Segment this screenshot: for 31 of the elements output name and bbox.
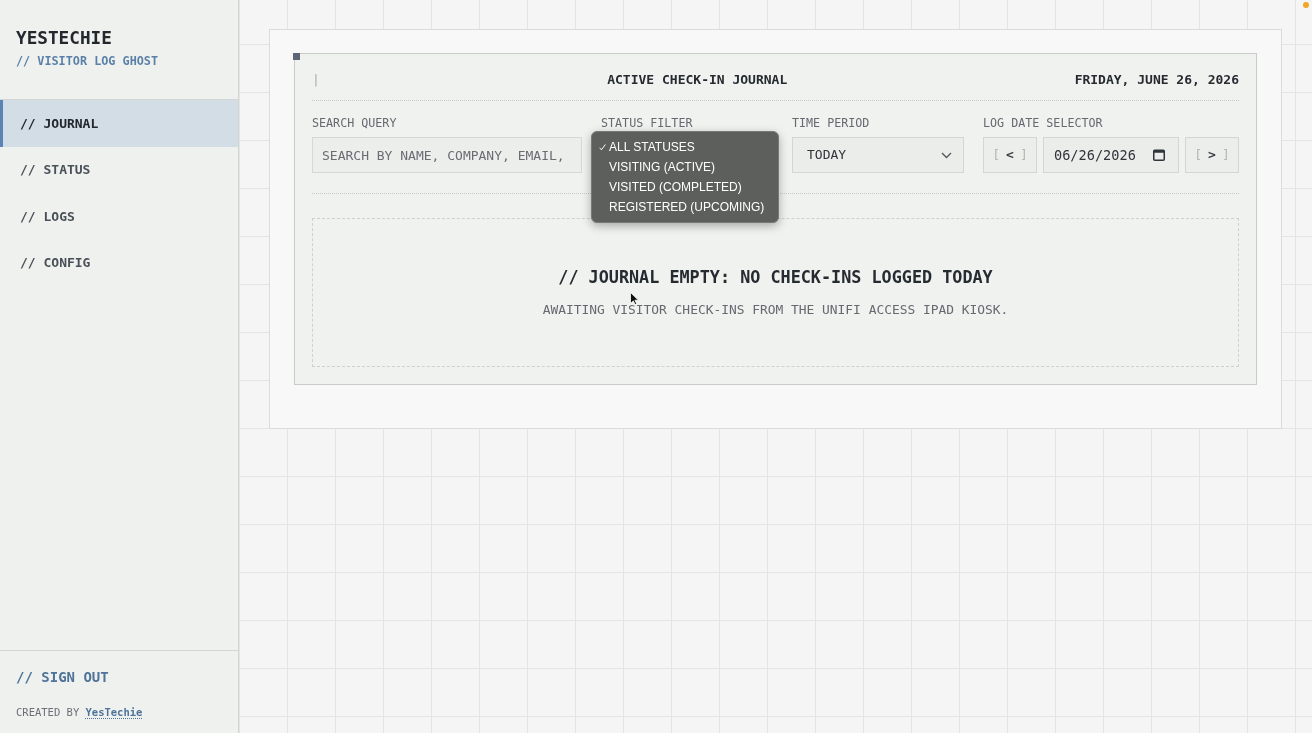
filter-label: LOG DATE SELECTOR [983,116,1104,130]
status-option[interactable]: REGISTERED (UPCOMING) [592,197,778,217]
empty-state-title: // JOURNAL EMPTY: NO CHECK-INS LOGGED TODAY [558,267,993,287]
previous-day-button[interactable]: [ < ] [983,137,1037,173]
author-link[interactable]: YesTechie [85,705,143,719]
vertical-bar-text: | [312,72,320,88]
next-day-button[interactable]: [ > ] [1185,137,1239,173]
filter-label: SEARCH QUERY [312,116,398,130]
nav-item[interactable]: // STATUS [0,146,238,194]
nav-item[interactable]: // CONFIG [0,239,238,287]
brand-tagline: // VISITOR LOG GHOST [16,54,159,68]
status-option[interactable]: ALL STATUSES [592,137,778,157]
current-date: FRIDAY, JUNE 26, 2026 [1074,72,1239,88]
date-field[interactable]: 06/26/2026 [1043,137,1179,173]
filter-label: STATUS FILTER [601,116,694,130]
sign-out-link[interactable]: // SIGN OUT [16,668,109,686]
corner-square-icon [293,53,300,60]
filter-label: TIME PERIOD [792,116,871,130]
nav-item[interactable]: // LOGS [0,193,238,240]
journal-title: ACTIVE CHECK-IN JOURNAL [607,72,788,88]
chevron-down-icon [941,151,952,159]
nav-item[interactable]: // JOURNAL [0,100,238,147]
brand-title: YESTECHIE [16,28,112,48]
credit-text: CREATED BY [16,705,80,719]
search-field[interactable]: SEARCH BY NAME, COMPANY, EMAIL, [312,137,582,173]
mouse-pointer-icon [630,292,639,305]
status-option[interactable]: VISITED (COMPLETED) [592,177,778,197]
calendar-icon[interactable] [1153,149,1165,161]
status-option[interactable]: VISITING (ACTIVE) [592,157,778,177]
time-period-select[interactable]: TODAY [792,137,964,173]
empty-state-message: AWAITING VISITOR CHECK-INS FROM THE UNIFI ACCESS IPAD KIOSK. [542,302,1009,318]
